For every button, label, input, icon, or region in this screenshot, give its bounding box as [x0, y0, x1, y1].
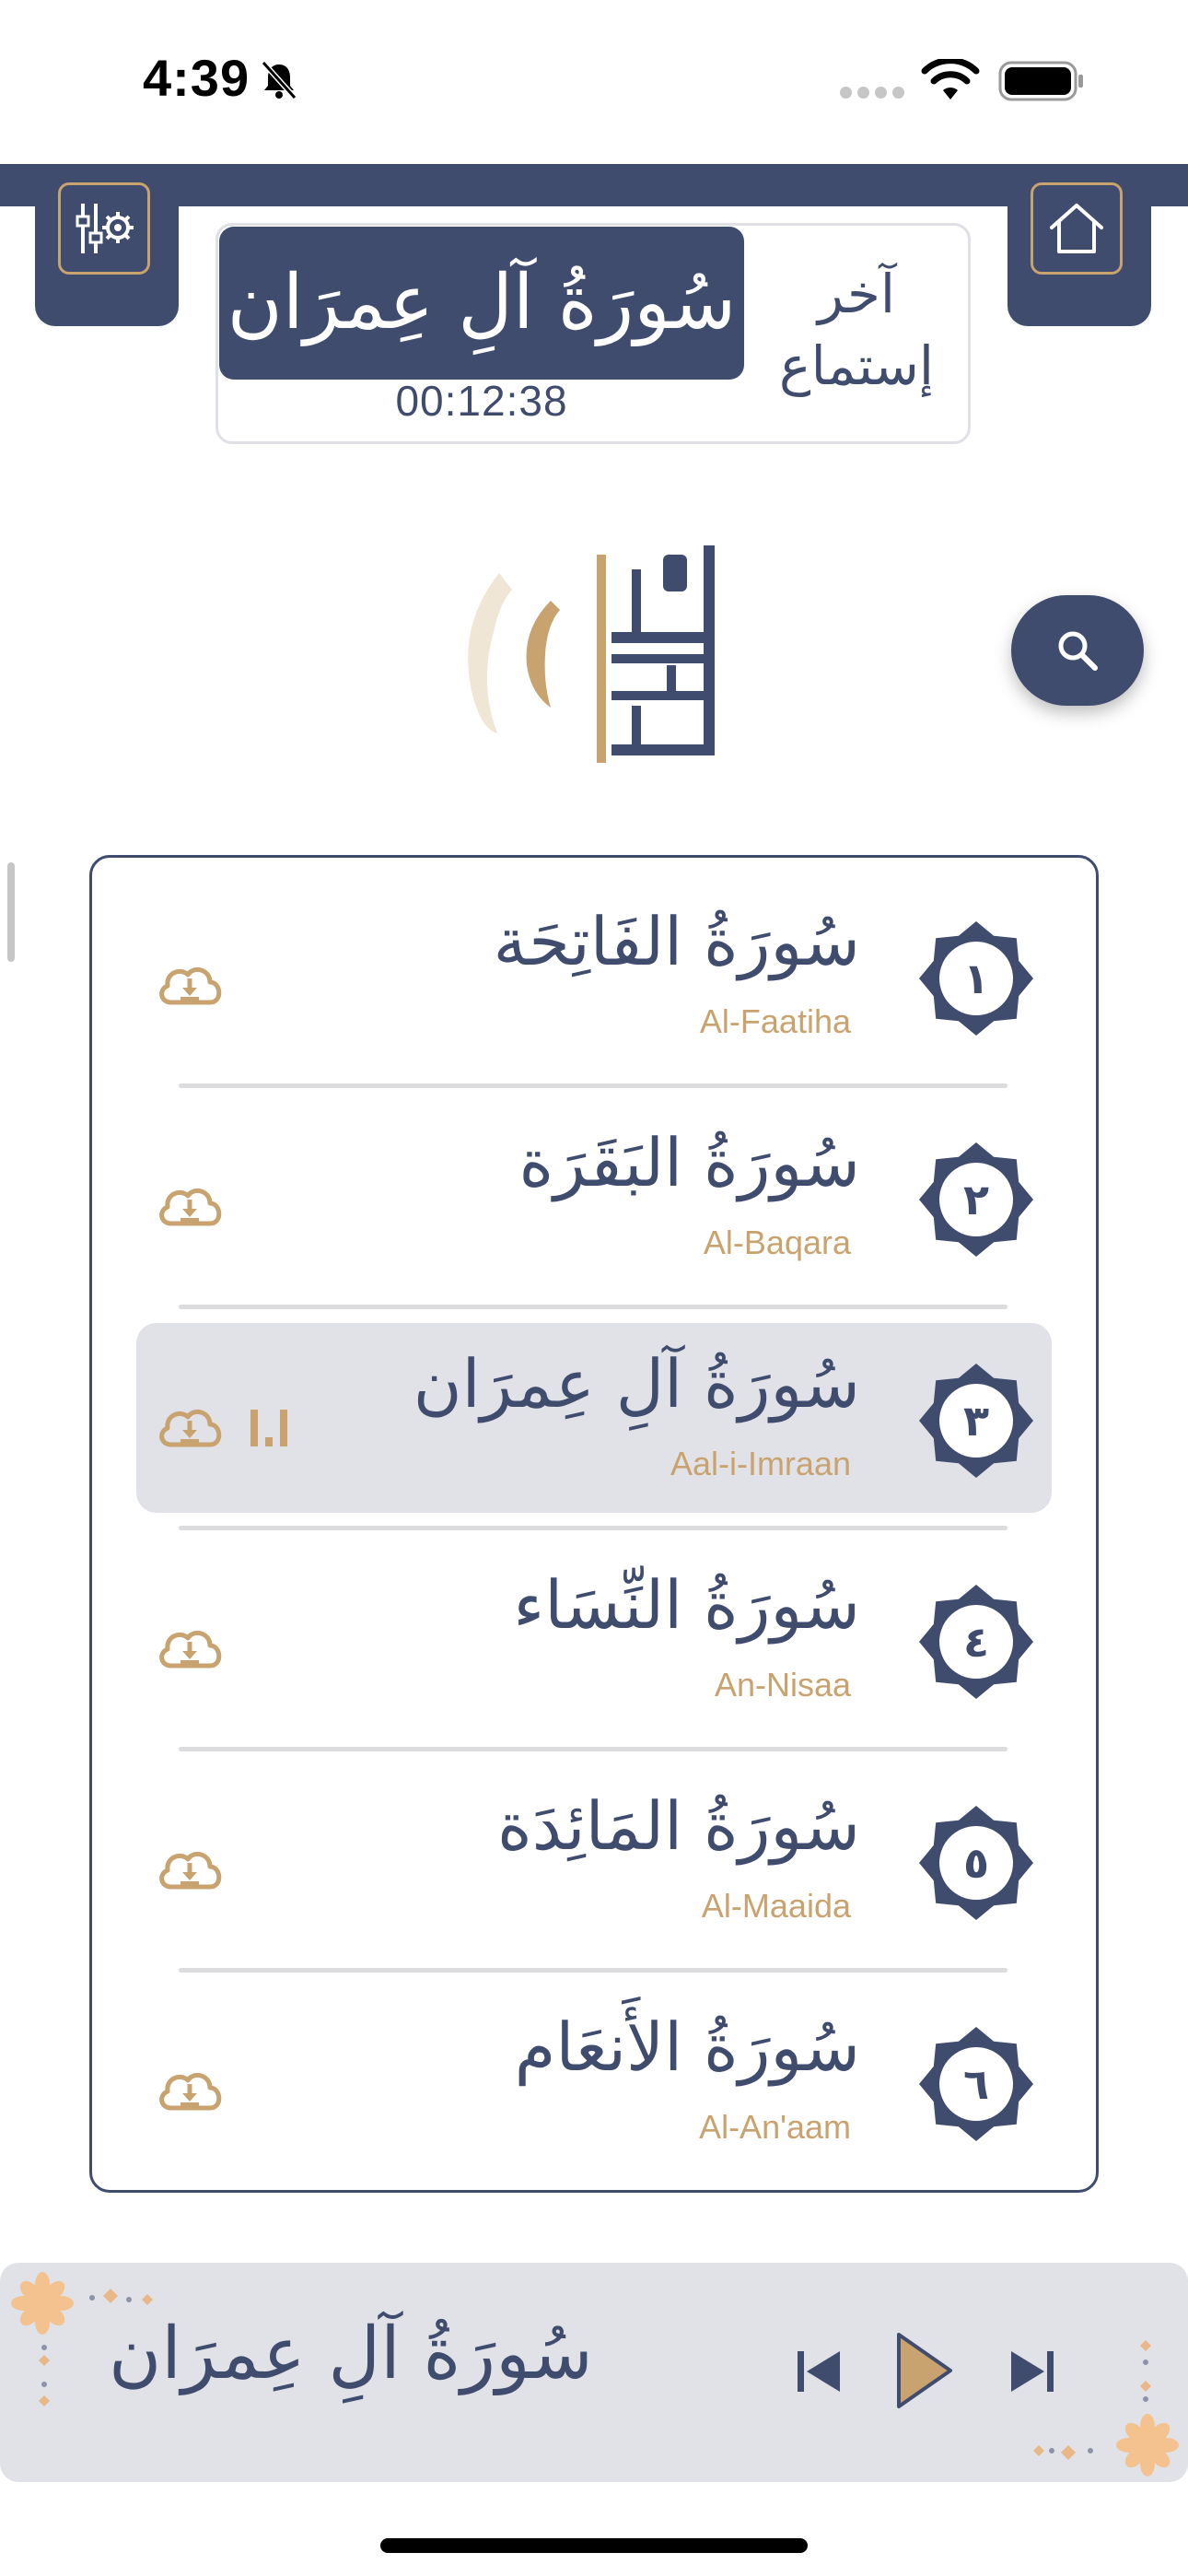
surah-row[interactable]: ١ سُورَةُ الفَاتِحَة Al-Faatiha [136, 881, 1052, 1071]
last-listened-label: آخر إستماع [778, 263, 935, 397]
cloud-download-icon[interactable] [155, 958, 225, 1010]
surah-row[interactable]: ٣ سُورَةُ آلِ عِمرَان Aal-i-Imraan [136, 1323, 1052, 1513]
surah-english-name: Al-An'aam [699, 2108, 851, 2146]
surah-number-badge: ٣ [917, 1362, 1035, 1480]
cellular-signal-icon [840, 85, 910, 102]
cloud-download-icon[interactable] [155, 1843, 225, 1894]
surah-english-name: Al-Faatiha [699, 1002, 851, 1040]
surah-row[interactable]: ٥ سُورَةُ المَائِدَة Al-Maaida [136, 1765, 1052, 1955]
search-icon [1058, 631, 1098, 671]
surah-row[interactable]: ٢ سُورَةُ البَقَرَة Al-Baqara [136, 1102, 1052, 1292]
surah-english-name: An-Nisaa [714, 1666, 851, 1704]
cloud-download-icon[interactable] [155, 2064, 225, 2115]
surah-number: ٦ [962, 2059, 990, 2109]
surah-number-badge: ١ [917, 919, 1035, 1037]
battery-icon [998, 61, 1083, 101]
home-icon [1050, 204, 1103, 253]
player-surah-name: سُورَةُ آلِ عِمرَان [109, 2313, 593, 2395]
surah-number-badge: ٦ [917, 2025, 1035, 2143]
cloud-download-icon[interactable] [155, 1179, 225, 1231]
surah-row[interactable]: ٦ سُورَةُ الأَنعَام Al-An'aam [136, 1986, 1052, 2176]
row-divider [179, 1526, 1007, 1530]
surah-number: ١ [962, 954, 990, 1003]
surah-arabic-name: سُورَةُ النِّسَاء [513, 1566, 860, 1644]
surah-number: ٥ [962, 1838, 990, 1888]
surah-english-name: Al-Maaida [701, 1887, 851, 1925]
surah-arabic-name: سُورَةُ المَائِدَة [497, 1787, 860, 1865]
row-divider [179, 1747, 1007, 1751]
scroll-indicator[interactable] [7, 862, 15, 962]
surah-number: ٣ [962, 1396, 990, 1446]
home-indicator [380, 2538, 808, 2553]
home-tab [1007, 164, 1151, 326]
surah-row[interactable]: ٤ سُورَةُ النِّسَاء An-Nisaa [136, 1544, 1052, 1734]
surah-arabic-name: سُورَةُ الفَاتِحَة [493, 903, 860, 980]
surah-number: ٢ [962, 1175, 990, 1224]
row-divider [179, 1083, 1007, 1088]
app-logo [468, 545, 715, 763]
play-icon[interactable] [891, 2329, 956, 2412]
surah-number-badge: ٤ [917, 1583, 1035, 1701]
surah-english-name: Al-Baqara [703, 1224, 851, 1261]
surah-arabic-name: سُورَةُ الأَنعَام [514, 2008, 860, 2086]
settings-tab [35, 164, 179, 326]
row-divider [179, 1968, 1007, 1973]
cloud-download-icon[interactable] [155, 1400, 225, 1452]
sliders-gear-icon [76, 204, 134, 253]
surah-number-badge: ٥ [917, 1804, 1035, 1922]
floral-ornament-left [11, 2272, 153, 2406]
floral-ornament-right [1033, 2340, 1179, 2476]
surah-arabic-name: سُورَةُ آلِ عِمرَان [413, 1345, 860, 1423]
search-button[interactable] [1011, 595, 1144, 706]
surah-english-name: Aal-i-Imraan [670, 1445, 851, 1482]
surah-arabic-name: سُورَةُ البَقَرَة [518, 1124, 860, 1201]
last-listened-time: 00:12:38 [395, 377, 568, 425]
surah-number-badge: ٢ [917, 1141, 1035, 1259]
settings-button[interactable] [58, 182, 150, 275]
cloud-download-icon[interactable] [155, 1622, 225, 1673]
equalizer-icon [250, 1410, 287, 1446]
bell-slash-icon [261, 60, 297, 100]
row-divider [179, 1305, 1007, 1309]
wifi-icon [921, 59, 980, 100]
surah-number: ٤ [962, 1617, 990, 1667]
last-listened-surah[interactable]: سُورَةُ آلِ عِمرَان [219, 227, 744, 380]
status-time: 4:39 [143, 49, 250, 107]
home-button[interactable] [1031, 182, 1123, 275]
skip-previous-icon[interactable] [794, 2346, 844, 2397]
